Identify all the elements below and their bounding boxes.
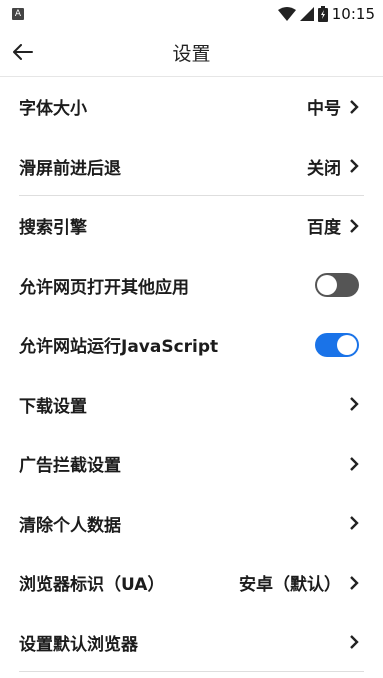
setting-clear-data[interactable]: 清除个人数据: [0, 494, 383, 554]
toggle-knob: [337, 334, 357, 355]
setting-allow-javascript: 允许网站运行JavaScript: [0, 315, 383, 375]
setting-value-group: [349, 515, 359, 531]
setting-label: 滑屏前进后退: [19, 158, 121, 179]
setting-label: 下载设置: [19, 396, 87, 417]
settings-list: 字体大小 中号 滑屏前进后退 关闭 搜索引擎 百度 允许网页打开其他应用 允许网…: [0, 77, 383, 672]
android-notification-icon: A: [12, 8, 24, 20]
signal-icon: [299, 7, 314, 21]
allow-javascript-toggle[interactable]: [315, 332, 359, 357]
chevron-right-icon: [350, 397, 359, 412]
setting-ad-block[interactable]: 广告拦截设置: [0, 434, 383, 494]
setting-open-other-apps: 允许网页打开其他应用: [0, 256, 383, 316]
setting-value-group: 关闭: [307, 154, 359, 179]
setting-value-group: 中号: [307, 94, 359, 119]
setting-search-engine[interactable]: 搜索引擎 百度: [0, 196, 383, 256]
setting-label: 字体大小: [19, 99, 87, 120]
setting-label: 广告拦截设置: [19, 456, 121, 477]
setting-value: 百度: [307, 218, 341, 239]
setting-label: 允许网页打开其他应用: [19, 277, 189, 298]
setting-label: 设置默认浏览器: [19, 634, 138, 655]
setting-value-group: 安卓（默认）: [239, 570, 359, 595]
chevron-right-icon: [350, 635, 359, 650]
chevron-right-icon: [350, 456, 359, 471]
status-left: A: [12, 8, 24, 20]
status-time: 10:15: [331, 5, 375, 23]
chevron-right-icon: [350, 516, 359, 531]
status-right: 10:15: [277, 5, 375, 23]
battery-icon: [317, 6, 328, 22]
setting-label: 搜索引擎: [19, 218, 87, 239]
setting-value: 关闭: [307, 158, 341, 179]
setting-value-group: 百度: [307, 213, 359, 238]
chevron-right-icon: [350, 159, 359, 174]
setting-label: 清除个人数据: [19, 515, 121, 536]
setting-swipe-navigation[interactable]: 滑屏前进后退 关闭: [0, 137, 383, 196]
page-title: 设置: [172, 42, 211, 65]
status-bar: A 10:15: [0, 0, 383, 28]
setting-value: 安卓（默认）: [239, 575, 341, 596]
setting-font-size[interactable]: 字体大小 中号: [0, 77, 383, 137]
chevron-right-icon: [350, 218, 359, 233]
toggle-knob: [317, 275, 337, 296]
divider: [19, 671, 364, 672]
open-other-apps-toggle[interactable]: [315, 273, 359, 298]
chevron-right-icon: [350, 575, 359, 590]
setting-default-browser[interactable]: 设置默认浏览器: [0, 613, 383, 672]
setting-value-group: [349, 456, 359, 472]
app-bar: 设置: [0, 28, 383, 77]
setting-label: 允许网站运行JavaScript: [19, 337, 219, 358]
wifi-icon: [277, 7, 296, 21]
setting-value-group: [349, 634, 359, 650]
setting-download[interactable]: 下载设置: [0, 375, 383, 435]
chevron-right-icon: [350, 99, 359, 114]
setting-value-group: [349, 396, 359, 412]
setting-value: 中号: [307, 99, 341, 120]
setting-user-agent[interactable]: 浏览器标识（UA） 安卓（默认）: [0, 553, 383, 613]
setting-label: 浏览器标识（UA）: [19, 575, 165, 596]
